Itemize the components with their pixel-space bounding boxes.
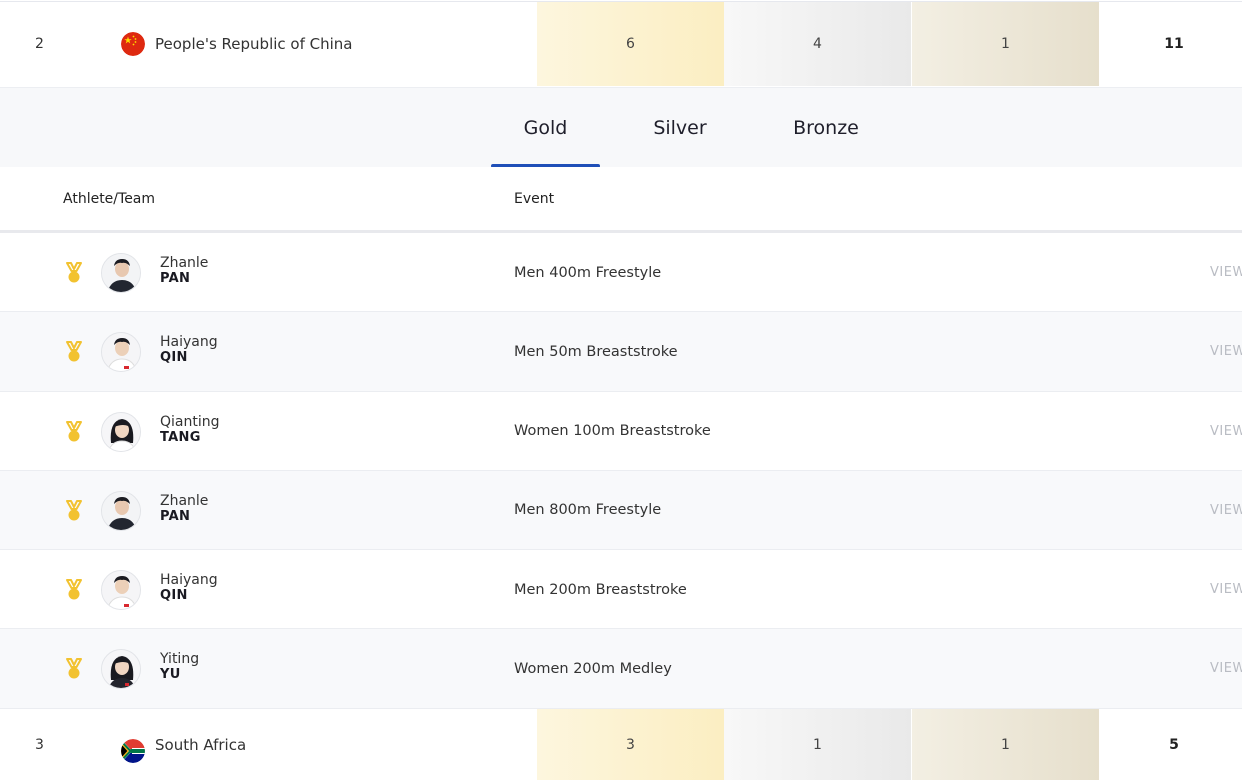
table-row: Zhanle PAN Men 400m Freestyle VIEW xyxy=(0,233,1242,313)
gold-medal-icon xyxy=(64,420,84,443)
event-name: Women 200m Medley xyxy=(514,660,672,677)
column-header-event: Event xyxy=(514,190,555,207)
gold-medal-icon xyxy=(64,341,84,363)
view-link[interactable]: VIEW xyxy=(1210,233,1242,312)
country-row-china[interactable]: 2 People's Republic of China 6 4 1 11 xyxy=(0,1,1242,86)
view-link[interactable]: VIEW xyxy=(1210,312,1242,391)
athlete-name[interactable]: Qianting TANG xyxy=(160,414,220,446)
event-name: Men 50m Breaststroke xyxy=(514,343,678,360)
event-name: Men 400m Freestyle xyxy=(514,264,662,281)
male-athlete-avatar-icon xyxy=(101,332,141,373)
male-athlete-avatar-icon xyxy=(101,490,141,531)
athlete-last-name: PAN xyxy=(160,508,191,524)
gold-count: 6 xyxy=(537,2,724,86)
view-link[interactable]: VIEW xyxy=(1210,392,1242,471)
male-athlete-avatar-icon xyxy=(101,253,141,293)
column-header-athlete: Athlete/Team xyxy=(63,190,156,207)
bronze-count: 1 xyxy=(912,709,1099,780)
total-count: 11 xyxy=(1164,36,1184,52)
athlete-last-name: QIN xyxy=(160,588,188,604)
country-name: South Africa xyxy=(155,735,247,754)
country-rank: 3 xyxy=(35,736,44,753)
athlete-first-name: Zhanle xyxy=(160,255,209,271)
athlete-name[interactable]: Yiting YU xyxy=(160,651,199,683)
table-row: Haiyang QIN Men 50m Breaststroke VIEW xyxy=(0,312,1242,392)
view-link[interactable]: VIEW xyxy=(1210,629,1242,708)
athlete-name[interactable]: Zhanle PAN xyxy=(160,255,208,287)
table-row: Zhanle PAN Men 800m Freestyle VIEW xyxy=(0,470,1242,551)
gold-medal-icon xyxy=(64,499,84,522)
view-link[interactable]: VIEW xyxy=(1210,550,1242,629)
event-name: Men 200m Breaststroke xyxy=(514,581,687,598)
athlete-name[interactable]: Haiyang QIN xyxy=(160,334,218,366)
event-name: Women 100m Breaststroke xyxy=(514,423,711,440)
gold-count: 3 xyxy=(537,709,724,780)
female-athlete-avatar-icon xyxy=(101,411,141,452)
country-row-south-africa[interactable]: 3 South Africa 3 1 1 5 xyxy=(0,709,1242,780)
country-rank: 2 xyxy=(35,36,44,52)
china-flag-icon xyxy=(121,32,145,56)
athlete-last-name: PAN xyxy=(160,271,191,286)
tab-silver[interactable]: Silver xyxy=(630,88,730,168)
athlete-first-name: Zhanle xyxy=(160,492,209,509)
athlete-first-name: Haiyang xyxy=(160,572,218,589)
table-row: Haiyang QIN Men 200m Breaststroke VIEW xyxy=(0,550,1242,630)
athlete-last-name: TANG xyxy=(160,429,201,445)
male-athlete-avatar-icon xyxy=(101,570,141,611)
medal-winners-list: Zhanle PAN Men 400m Freestyle VIEW Haiya… xyxy=(0,233,1242,709)
medal-tabs: Gold Silver Bronze xyxy=(0,87,1242,168)
event-name: Men 800m Freestyle xyxy=(514,502,662,519)
view-link[interactable]: VIEW xyxy=(1210,471,1242,550)
total-count: 5 xyxy=(1169,736,1179,753)
gold-medal-icon xyxy=(64,262,84,284)
athlete-name[interactable]: Haiyang QIN xyxy=(160,572,218,604)
gold-medal-icon xyxy=(64,579,84,601)
country-name: People's Republic of China xyxy=(155,35,353,53)
athlete-name[interactable]: Zhanle PAN xyxy=(160,493,208,525)
athlete-first-name: Qianting xyxy=(160,413,220,430)
gold-medal-icon xyxy=(64,658,84,680)
athlete-last-name: YU xyxy=(160,667,181,683)
tab-gold[interactable]: Gold xyxy=(491,88,600,168)
athlete-last-name: QIN xyxy=(160,350,188,366)
athlete-first-name: Yiting xyxy=(160,651,200,668)
table-row: Qianting TANG Women 100m Breaststroke VI… xyxy=(0,391,1242,471)
athlete-first-name: Haiyang xyxy=(160,334,218,351)
bronze-count: 1 xyxy=(912,2,1099,86)
south-africa-flag-icon xyxy=(121,739,145,763)
female-athlete-avatar-icon xyxy=(101,649,141,690)
tab-bronze[interactable]: Bronze xyxy=(770,88,882,168)
silver-count: 4 xyxy=(724,2,911,86)
silver-count: 1 xyxy=(724,709,911,780)
table-row: Yiting YU Women 200m Medley VIEW xyxy=(0,629,1242,709)
table-header: Athlete/Team Event xyxy=(0,167,1242,233)
